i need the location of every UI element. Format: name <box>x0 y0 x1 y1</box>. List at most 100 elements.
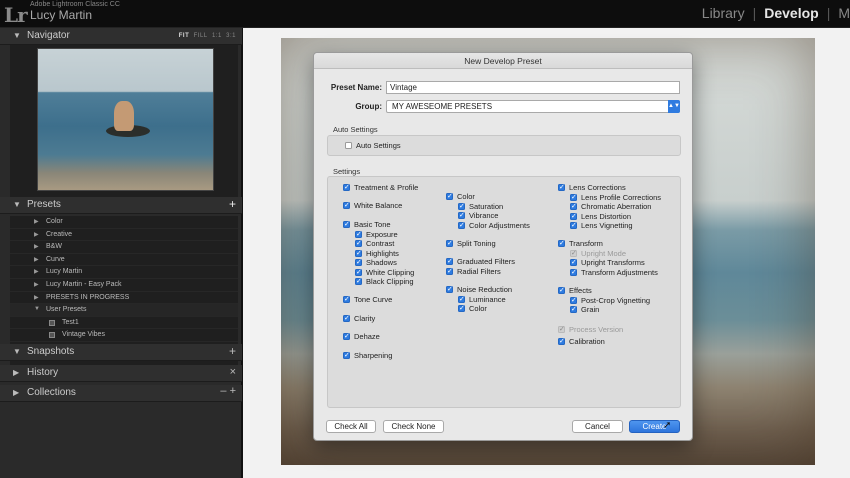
checkbox-icon <box>458 295 465 304</box>
navigator-header[interactable]: ▼ Navigator FIT FILL 1:1 3:1 <box>0 28 242 45</box>
add-snapshot-icon[interactable]: + <box>229 344 236 358</box>
checkbox-label: Black Clipping <box>366 277 414 286</box>
checkbox-icon <box>558 325 565 334</box>
auto-settings-section-label: Auto Settings <box>333 125 378 134</box>
checkbox-icon <box>355 268 362 277</box>
navigator-thumbnail[interactable] <box>37 48 214 191</box>
preset-folder-color[interactable]: ▶ Color <box>10 216 238 229</box>
preset-folder-curve[interactable]: ▶ Curve <box>10 254 238 267</box>
checkbox-label: Process Version <box>569 325 624 334</box>
settings-section-label: Settings <box>333 167 361 176</box>
checkbox-icon <box>343 201 350 210</box>
checkbox-label: Treatment & Profile <box>354 183 419 192</box>
preset-item-label: Test1 <box>62 318 79 326</box>
checkbox-label: Effects <box>569 286 592 295</box>
preset-folder-lucy-martin[interactable]: ▶ Lucy Martin <box>10 266 238 279</box>
cancel-button[interactable]: Cancel <box>572 420 623 433</box>
zoom-fill[interactable]: FILL <box>194 33 208 39</box>
checkbox-label: Upright Mode <box>581 248 627 258</box>
group-select[interactable]: MY AWESEOME PRESETS ▲▼ <box>386 100 680 113</box>
zoom-1-1[interactable]: 1:1 <box>212 33 222 39</box>
checkbox-icon <box>458 304 465 313</box>
checkbox-icon <box>343 295 350 304</box>
module-picker: Library | Develop | M <box>702 5 850 21</box>
checkbox-icon <box>570 296 577 305</box>
preset-folder-label: PRESETS IN PROGRESS <box>46 293 130 301</box>
checkbox-icon <box>570 258 577 267</box>
preset-folder-user-presets[interactable]: ▼ User Presets <box>10 304 238 317</box>
collapse-triangle-icon: ▼ <box>13 200 21 209</box>
checkbox-label: Lens Profile Corrections <box>581 192 662 202</box>
expand-arrow-icon: ▶ <box>34 244 39 251</box>
expand-triangle-icon: ▶ <box>13 388 20 397</box>
select-chevron-icon: ▲▼ <box>668 100 680 113</box>
preset-icon <box>49 319 55 326</box>
module-develop[interactable]: Develop <box>764 5 818 21</box>
checkbox-label: Chromatic Aberration <box>581 202 652 211</box>
checkbox-icon <box>570 249 577 258</box>
history-header[interactable]: ▶ History × <box>0 365 242 382</box>
checkbox-label: Calibration <box>569 337 605 346</box>
preset-folder-label: Lucy Martin - Easy Pack <box>46 281 122 288</box>
preset-folder-label: Color <box>46 218 63 225</box>
checkbox-label: Lens Vignetting <box>581 221 633 230</box>
preset-folder-in-progress[interactable]: ▶ PRESETS IN PROGRESS <box>10 292 238 305</box>
collection-add-remove-icons[interactable]: – + <box>220 385 236 397</box>
checkbox-label: Highlights <box>366 248 399 258</box>
preset-folder-label: B&W <box>46 243 62 251</box>
expand-arrow-icon: ▶ <box>34 219 39 225</box>
preset-folder-creative[interactable]: ▶ Creative <box>10 229 238 242</box>
clear-history-icon[interactable]: × <box>230 366 236 378</box>
add-preset-icon[interactable]: + <box>229 197 236 211</box>
module-library[interactable]: Library <box>702 5 745 21</box>
check-all-button[interactable]: Check All <box>326 420 376 433</box>
checkbox-label: White Clipping <box>366 267 415 277</box>
check-none-button[interactable]: Check None <box>383 420 444 433</box>
zoom-3-1[interactable]: 3:1 <box>226 33 236 39</box>
checkbox-label: Auto Settings <box>356 141 401 150</box>
collections-header[interactable]: ▶ Collections – + <box>0 385 242 402</box>
preset-folder-bw[interactable]: ▶ B&W <box>10 241 238 254</box>
checkbox-label: Lens Distortion <box>581 211 632 221</box>
checkbox-icon <box>570 221 577 230</box>
expand-triangle-icon: ▶ <box>13 368 20 377</box>
preset-folder-easy-pack[interactable]: ▶ Lucy Martin - Easy Pack <box>10 279 238 292</box>
preset-name-input[interactable]: Vintage <box>386 81 680 94</box>
checkbox-label: White Balance <box>354 201 403 210</box>
checkbox-label: Shadows <box>366 258 397 267</box>
checkbox-label: Contrast <box>366 239 395 248</box>
checkbox-label: Lens Corrections <box>569 183 626 192</box>
checkbox-icon <box>458 211 465 220</box>
checkbox-label: Color <box>457 192 475 201</box>
preset-folder-label: Creative <box>46 230 73 238</box>
checkbox-icon <box>570 202 577 211</box>
preset-item-vintage-vibes[interactable]: Vintage Vibes <box>10 329 238 342</box>
create-button[interactable]: Create <box>629 420 680 433</box>
checkbox-label: Post-Crop Vignetting <box>581 295 651 305</box>
checkbox-label: Tone Curve <box>354 295 393 304</box>
presets-header[interactable]: ▼ Presets + <box>0 197 242 214</box>
zoom-fit[interactable]: FIT <box>179 33 190 39</box>
expand-arrow-icon: ▶ <box>34 231 39 238</box>
auto-settings-box: Auto Settings <box>327 135 681 156</box>
checkbox-label: Basic Tone <box>354 220 391 229</box>
checkbox-label: Split Toning <box>457 239 496 248</box>
preset-folder-label: Curve <box>46 255 65 263</box>
checkbox-icon <box>343 220 350 229</box>
checkbox-icon <box>570 268 577 277</box>
module-map[interactable]: M <box>838 5 850 21</box>
checkbox-icon <box>558 286 565 295</box>
checkbox-icon <box>355 277 362 286</box>
checkbox-icon <box>570 305 577 314</box>
checkbox-label: Dehaze <box>354 332 380 341</box>
checkbox-label: Saturation <box>469 201 504 211</box>
group-label: Group: <box>355 102 382 111</box>
snapshots-header[interactable]: ▼ Snapshots + <box>0 344 242 361</box>
top-bar: Lr Adobe Lightroom Classic CC Lucy Marti… <box>0 0 850 28</box>
preset-item-test1[interactable]: Test1 <box>10 317 238 330</box>
person <box>114 101 134 131</box>
checkbox-icon <box>446 257 453 266</box>
app-name: Adobe Lightroom Classic CC <box>30 1 120 8</box>
checkbox-icon <box>343 351 350 360</box>
checkbox-label: Transform <box>569 239 603 248</box>
